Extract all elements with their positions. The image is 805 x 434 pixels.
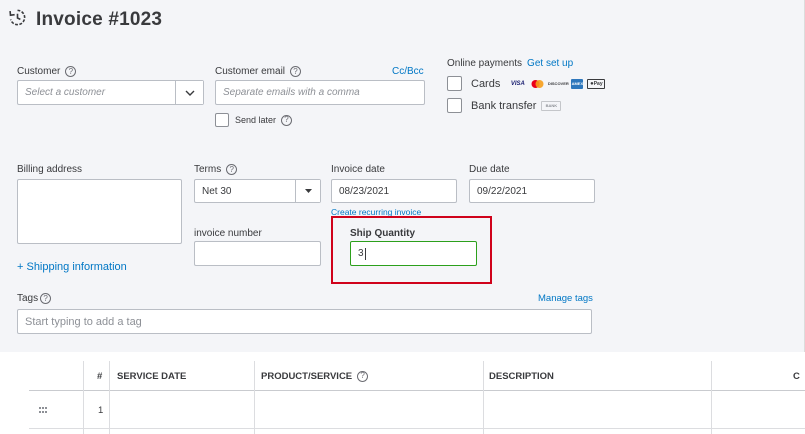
customer-email-input[interactable]: Separate emails with a comma xyxy=(215,80,425,105)
discover-icon: DISCOVER xyxy=(547,81,569,86)
invoice-number-label: invoice number xyxy=(194,228,262,239)
due-date-label: Due date xyxy=(469,164,510,175)
help-icon[interactable]: ? xyxy=(40,293,52,304)
invoice-header: Invoice #1023 xyxy=(8,8,162,32)
ship-quantity-label: Ship Quantity xyxy=(350,228,415,239)
help-icon[interactable]: ? xyxy=(281,114,293,126)
amex-icon: AMEX xyxy=(571,78,584,89)
table-header-row: # SERVICE DATE PRODUCT/SERVICE ? DESCRIP… xyxy=(29,361,805,391)
cards-label: Cards xyxy=(471,77,501,90)
customer-select[interactable]: Select a customer xyxy=(17,80,204,105)
invoice-number-input[interactable] xyxy=(194,241,321,266)
bank-icon: BANK xyxy=(541,100,562,111)
due-date-input[interactable]: 09/22/2021 xyxy=(469,179,595,203)
customer-email-label: Customer email ? xyxy=(215,66,302,77)
visa-icon: VISA xyxy=(510,80,525,87)
customer-label: Customer ? xyxy=(17,66,77,77)
recurring-clock-icon xyxy=(8,8,27,32)
column-header-product-service: PRODUCT/SERVICE ? xyxy=(261,361,369,391)
shipping-information-link[interactable]: + Shipping information xyxy=(17,261,127,273)
column-header-qty: C xyxy=(793,370,800,382)
invoice-form-area: Invoice #1023 Customer ? Select a custom… xyxy=(0,0,805,352)
tags-label: Tags ? xyxy=(17,293,52,304)
help-icon[interactable]: ? xyxy=(226,164,238,175)
bank-transfer-option: Bank transfer BANK xyxy=(447,98,562,113)
invoice-date-label: Invoice date xyxy=(331,164,385,175)
terms-select[interactable]: Net 30 xyxy=(194,179,321,203)
chevron-down-icon[interactable] xyxy=(175,81,203,104)
online-payments-header: Online payments Get set up xyxy=(447,58,573,69)
column-header-description: DESCRIPTION xyxy=(489,370,554,382)
table-row[interactable]: 1 xyxy=(29,392,805,429)
billing-address-textarea[interactable] xyxy=(17,179,182,244)
mastercard-icon xyxy=(530,79,545,89)
manage-tags-link[interactable]: Manage tags xyxy=(538,293,593,304)
terms-label: Terms ? xyxy=(194,164,238,175)
bank-transfer-label: Bank transfer xyxy=(471,99,537,112)
page-title: Invoice #1023 xyxy=(36,9,163,30)
cards-option: Cards VISA DISCOVER AMEX ● Pay xyxy=(447,76,606,91)
column-header-num: # xyxy=(97,370,103,382)
cc-bcc-link[interactable]: Cc/Bcc xyxy=(392,66,424,77)
online-payments-label: Online payments xyxy=(447,58,523,69)
drag-handle-icon[interactable] xyxy=(39,407,47,413)
cards-checkbox[interactable] xyxy=(447,76,462,91)
row-number: 1 xyxy=(98,405,104,416)
send-later-checkbox[interactable] xyxy=(215,113,229,127)
bank-transfer-checkbox[interactable] xyxy=(447,98,462,113)
help-icon[interactable]: ? xyxy=(290,66,302,77)
billing-address-label: Billing address xyxy=(17,164,83,175)
ship-quantity-input[interactable]: 3 xyxy=(350,241,477,266)
column-header-service-date: SERVICE DATE xyxy=(117,370,187,382)
send-later-label: Send later xyxy=(235,115,277,125)
line-items-table: # SERVICE DATE PRODUCT/SERVICE ? DESCRIP… xyxy=(29,361,805,434)
invoice-date-input[interactable]: 08/23/2021 xyxy=(331,179,457,203)
tags-input[interactable]: Start typing to add a tag xyxy=(17,309,592,334)
help-icon[interactable]: ? xyxy=(65,66,77,77)
help-icon[interactable]: ? xyxy=(357,370,369,382)
apple-pay-icon: ● Pay xyxy=(587,78,606,89)
text-cursor xyxy=(364,247,366,260)
get-set-up-link[interactable]: Get set up xyxy=(527,58,573,69)
caret-down-icon[interactable] xyxy=(295,180,320,202)
send-later-row: Send later ? xyxy=(215,113,293,127)
